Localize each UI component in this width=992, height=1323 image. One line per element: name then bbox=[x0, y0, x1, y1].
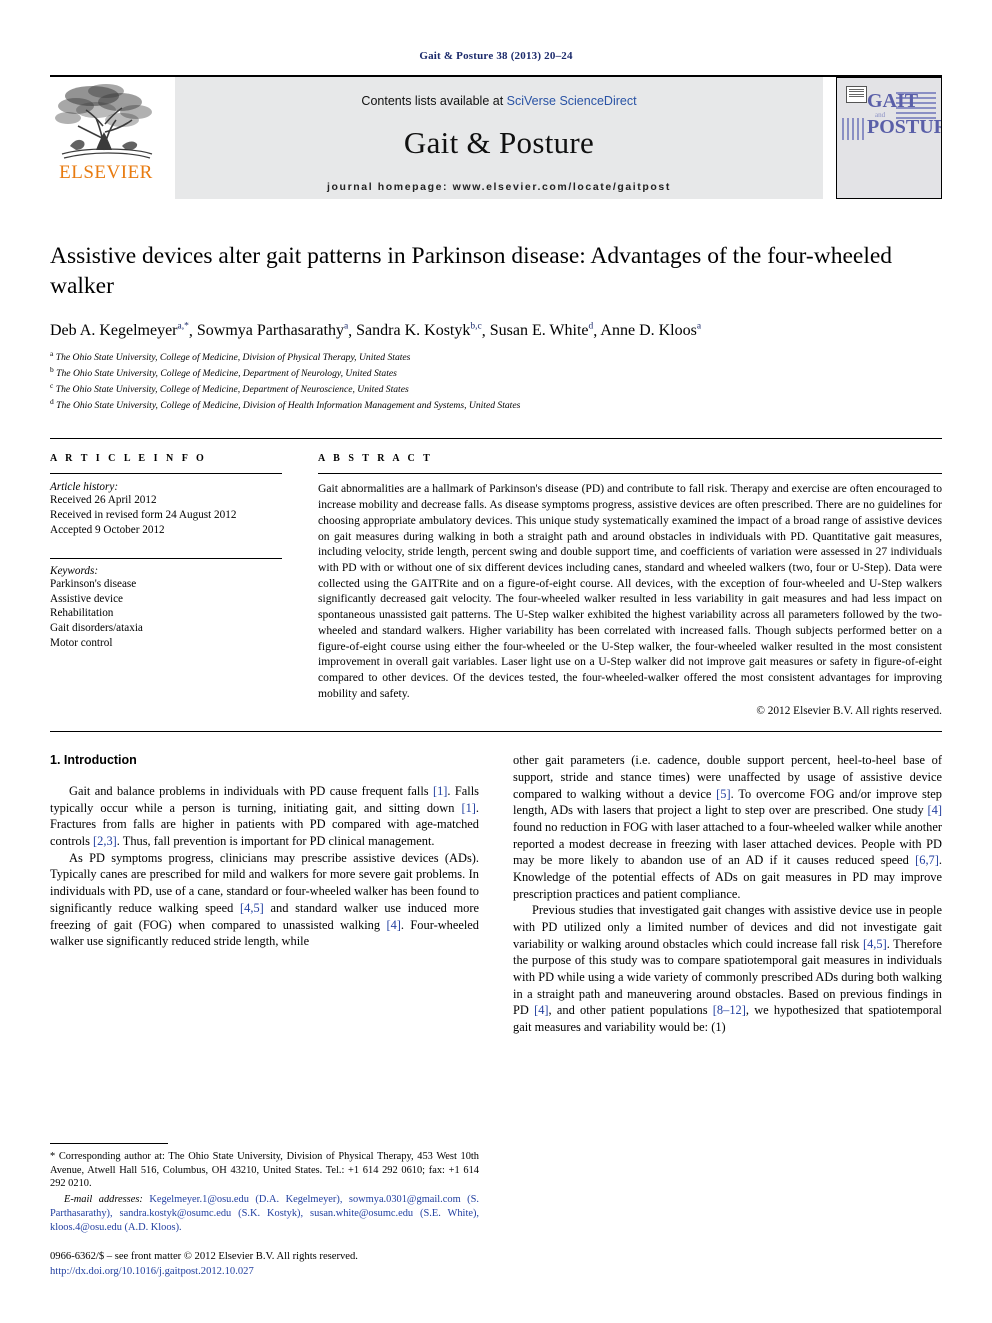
citation-ref[interactable]: [4,5] bbox=[240, 901, 264, 915]
author-2-marks: b,c bbox=[470, 322, 482, 333]
affiliation-c: c The Ohio State University, College of … bbox=[50, 380, 409, 396]
author-0: Deb A. Kegelmeyera,* bbox=[50, 322, 189, 340]
keyword-4: Motor control bbox=[50, 636, 113, 649]
article-info-heading: A R T I C L E I N F O bbox=[50, 453, 207, 465]
journal-banner: Contents lists available at SciVerse Sci… bbox=[175, 77, 823, 199]
section-divider bbox=[50, 731, 942, 733]
sciencedirect-link[interactable]: SciVerse ScienceDirect bbox=[507, 94, 637, 108]
author-3-marks: d bbox=[588, 322, 594, 333]
keywords-label: Keywords: bbox=[50, 564, 99, 577]
affiliation-a: a The Ohio State University, College of … bbox=[50, 349, 411, 364]
author-list: Deb A. Kegelmeyera,*, Sowmya Parthasarat… bbox=[50, 322, 702, 340]
keywords-block: Keywords: Parkinson's disease Assistive … bbox=[50, 557, 282, 651]
body-columns: 1. Introduction Gait and balance problem… bbox=[50, 752, 942, 1035]
abstract-column: A B S T R A C T Gait abnormalities are a… bbox=[302, 453, 942, 717]
intro-paragraph-3: other gait parameters (i.e. cadence, dou… bbox=[513, 753, 943, 901]
author-1-marks: a bbox=[343, 322, 349, 333]
elsevier-logo: ELSEVIER bbox=[50, 77, 162, 199]
article-page: Gait & Posture 38 (2013) 20–24 ELSEVIER … bbox=[0, 0, 992, 1323]
citation-ref[interactable]: [2,3] bbox=[93, 834, 117, 848]
citation-ref[interactable]: [1] bbox=[461, 801, 475, 815]
email-addresses-note: E-mail addresses: Kegelmeyer.1@osu.edu (… bbox=[50, 1193, 479, 1234]
citation-ref[interactable]: [6,7] bbox=[915, 853, 939, 867]
cover-title-gait: GAIT bbox=[867, 90, 919, 112]
author-0-marks: a,* bbox=[177, 322, 189, 333]
intro-paragraph-1: Gait and balance problems in individuals… bbox=[50, 784, 479, 849]
author-4: Anne D. Kloosa bbox=[600, 322, 702, 340]
page-title: Assistive devices alter gait patterns in… bbox=[50, 243, 893, 300]
info-abstract-block: A R T I C L E I N F O Article history: R… bbox=[50, 438, 942, 717]
cover-stripes-left bbox=[842, 118, 867, 140]
contents-prefix: Contents lists available at bbox=[361, 94, 507, 108]
elsevier-wordmark: ELSEVIER bbox=[59, 162, 153, 183]
body-column-left: 1. Introduction Gait and balance problem… bbox=[50, 752, 479, 1035]
citation-ref[interactable]: [1] bbox=[433, 784, 447, 798]
cover-corner-box-icon bbox=[846, 86, 867, 103]
section-heading-introduction: 1. Introduction bbox=[50, 753, 137, 768]
abstract-text: Gait abnormalities are a hallmark of Par… bbox=[318, 482, 942, 700]
keyword-2: Rehabilitation bbox=[50, 607, 114, 620]
keyword-3: Gait disorders/ataxia bbox=[50, 622, 143, 635]
author-3: Susan E. Whited bbox=[489, 322, 594, 340]
citation-ref[interactable]: [4] bbox=[534, 1003, 548, 1017]
article-info-rule bbox=[50, 473, 282, 475]
footnote-rule bbox=[50, 1143, 168, 1144]
journal-homepage[interactable]: journal homepage: www.elsevier.com/locat… bbox=[175, 161, 823, 193]
journal-masthead: ELSEVIER Contents lists available at Sci… bbox=[50, 75, 942, 199]
affiliation-d: d The Ohio State University, College of … bbox=[50, 396, 521, 411]
doi-link[interactable]: http://dx.doi.org/10.1016/j.gaitpost.201… bbox=[50, 1265, 479, 1279]
keywords-rule bbox=[50, 557, 282, 559]
author-2: Sandra K. Kostykb,c bbox=[356, 322, 482, 340]
history-revised: Received in revised form 24 August 2012 bbox=[50, 509, 237, 522]
intro-paragraph-2: As PD symptoms progress, clinicians may … bbox=[50, 850, 479, 949]
citation-ref[interactable]: [5] bbox=[716, 787, 730, 801]
author-1: Sowmya Parthasarathya bbox=[196, 322, 349, 340]
running-head: Gait & Posture 38 (2013) 20–24 bbox=[419, 50, 573, 62]
issn-line: 0966-6362/$ – see front matter © 2012 El… bbox=[50, 1251, 358, 1263]
footnotes-block: * Corresponding author at: The Ohio Stat… bbox=[50, 1143, 479, 1279]
email-label: E-mail addresses: bbox=[64, 1194, 143, 1206]
affiliation-list: a The Ohio State University, College of … bbox=[50, 349, 942, 412]
article-history-label: Article history: bbox=[50, 481, 119, 494]
abstract-heading: A B S T R A C T bbox=[318, 453, 433, 465]
keyword-1: Assistive device bbox=[50, 592, 124, 605]
journal-cover-thumbnail: GAIT and POSTURE bbox=[836, 77, 942, 199]
journal-title: Gait & Posture bbox=[403, 125, 595, 160]
abstract-copyright: © 2012 Elsevier B.V. All rights reserved… bbox=[756, 705, 942, 718]
history-received: Received 26 April 2012 bbox=[50, 494, 157, 507]
corresponding-author-note: * Corresponding author at: The Ohio Stat… bbox=[50, 1151, 479, 1190]
history-accepted: Accepted 9 October 2012 bbox=[50, 524, 165, 537]
affiliation-b: b The Ohio State University, College of … bbox=[50, 365, 397, 380]
keyword-0: Parkinson's disease bbox=[50, 577, 137, 590]
intro-paragraph-4: Previous studies that investigated gait … bbox=[513, 903, 942, 1035]
cover-title-posture: POSTURE bbox=[867, 116, 941, 138]
author-4-marks: a bbox=[696, 322, 702, 333]
citation-ref[interactable]: [4,5] bbox=[863, 937, 887, 951]
article-info-column: A R T I C L E I N F O Article history: R… bbox=[50, 453, 302, 717]
citation-ref[interactable]: [4] bbox=[928, 803, 942, 817]
body-column-right: other gait parameters (i.e. cadence, dou… bbox=[513, 752, 942, 1035]
citation-ref[interactable]: [8–12] bbox=[713, 1003, 746, 1017]
abstract-rule bbox=[318, 473, 942, 475]
elsevier-tree-icon bbox=[55, 84, 153, 159]
citation-ref[interactable]: [4] bbox=[386, 918, 400, 932]
contents-available-line: Contents lists available at SciVerse Sci… bbox=[175, 77, 823, 108]
